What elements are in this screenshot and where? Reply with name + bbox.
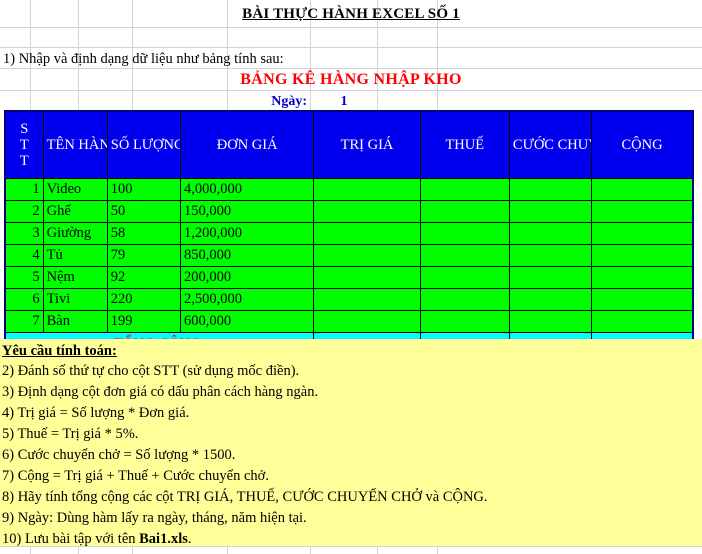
cell-cong[interactable] [591, 310, 694, 333]
column-header-cong: CỘNG [591, 110, 694, 179]
cell-don-gia[interactable]: 4,000,000 [179, 178, 315, 201]
cell-tri-gia[interactable] [313, 178, 421, 201]
table-row: 4 Tủ 79 850,000 [4, 244, 694, 267]
cell-stt[interactable]: 2 [4, 200, 44, 223]
table-row: 6 Tivi 220 2,500,000 [4, 288, 694, 311]
column-header-cuoc-chuyen-cho: CƯỚC CHUYỂN CHỞ [508, 110, 593, 179]
cell-thue[interactable] [419, 266, 510, 289]
requirement-item: 4) Trị giá = Số lượng * Đơn giá. [2, 405, 190, 421]
cell-stt[interactable]: 7 [4, 310, 44, 333]
cell-don-gia[interactable]: 200,000 [179, 266, 315, 289]
cell-tri-gia[interactable] [313, 266, 421, 289]
cell-don-gia[interactable]: 2,500,000 [179, 288, 315, 311]
cell-tri-gia[interactable] [313, 200, 421, 223]
save-instruction-prefix: 10) Lưu bài tập với tên [2, 531, 140, 547]
cell-cong[interactable] [591, 244, 694, 267]
cell-don-gia[interactable]: 1,200,000 [179, 222, 315, 245]
cell-thue[interactable] [419, 244, 510, 267]
page-title: BÀI THỰC HÀNH EXCEL SỐ 1 [242, 6, 460, 22]
requirement-item: 5) Thuế = Trị giá * 5%. [2, 426, 139, 442]
table-body: 1 Video 100 4,000,000 2 Ghế 50 150,000 3… [4, 178, 694, 357]
table-row: 1 Video 100 4,000,000 [4, 178, 694, 201]
cell-cong[interactable] [591, 288, 694, 311]
cell-ten-hang[interactable]: Bàn [42, 310, 108, 333]
cell-cuoc[interactable] [508, 222, 593, 245]
cell-stt[interactable]: 6 [4, 288, 44, 311]
cell-cong[interactable] [591, 222, 694, 245]
cell-cong[interactable] [591, 266, 694, 289]
table-row: 2 Ghế 50 150,000 [4, 200, 694, 223]
table-caption: BẢNG KÊ HÀNG NHẬP KHO [240, 71, 462, 88]
cell-cuoc[interactable] [508, 244, 593, 267]
cell-so-luong[interactable]: 58 [106, 222, 181, 245]
cell-don-gia[interactable]: 150,000 [179, 200, 315, 223]
cell-cuoc[interactable] [508, 178, 593, 201]
cell-so-luong[interactable]: 50 [106, 200, 181, 223]
cell-stt[interactable]: 1 [4, 178, 44, 201]
cell-cuoc[interactable] [508, 200, 593, 223]
cell-cuoc[interactable] [508, 266, 593, 289]
cell-cuoc[interactable] [508, 310, 593, 333]
cell-ten-hang[interactable]: Tivi [42, 288, 108, 311]
cell-stt[interactable]: 4 [4, 244, 44, 267]
cell-thue[interactable] [419, 178, 510, 201]
instruction-line: 1) Nhập và định dạng dữ liệu như bảng tí… [3, 51, 284, 67]
cell-cong[interactable] [591, 200, 694, 223]
cell-so-luong[interactable]: 199 [106, 310, 181, 333]
requirement-item: 8) Hãy tính tổng cộng các cột TRỊ GIÁ, T… [2, 489, 488, 505]
date-value[interactable]: 1 [312, 91, 376, 112]
column-header-ten-hang: TÊN HÀNG [42, 110, 108, 179]
spreadsheet-canvas: BÀI THỰC HÀNH EXCEL SỐ 1 1) Nhập và định… [0, 0, 702, 554]
table-row: 7 Bàn 199 600,000 [4, 310, 694, 333]
cell-tri-gia[interactable] [313, 222, 421, 245]
stt-letter-s: S [20, 121, 29, 137]
requirement-item: 7) Cộng = Trị giá + Thuế + Cước chuyển c… [2, 468, 269, 484]
requirement-item: 6) Cước chuyển chở = Số lượng * 1500. [2, 447, 236, 463]
inventory-table: S T T TÊN HÀNG SỐ LƯỢNG ĐƠN GIÁ TRỊ GIÁ … [4, 110, 694, 357]
column-header-thue: THUẾ [419, 110, 510, 179]
column-header-tri-gia: TRỊ GIÁ [313, 110, 421, 179]
cell-don-gia[interactable]: 600,000 [179, 310, 315, 333]
table-row: 5 Nệm 92 200,000 [4, 266, 694, 289]
cell-tri-gia[interactable] [313, 288, 421, 311]
cell-cuoc[interactable] [508, 288, 593, 311]
table-row: 3 Giường 58 1,200,000 [4, 222, 694, 245]
cell-tri-gia[interactable] [313, 310, 421, 333]
column-header-so-luong: SỐ LƯỢNG [106, 110, 181, 179]
cell-thue[interactable] [419, 288, 510, 311]
save-instruction-suffix: . [187, 531, 192, 547]
stt-letter-t1: T [19, 137, 29, 153]
cell-don-gia[interactable]: 850,000 [179, 244, 315, 267]
save-filename: Bai1.xls [139, 531, 188, 547]
cell-ten-hang[interactable]: Tủ [42, 244, 108, 267]
cell-thue[interactable] [419, 200, 510, 223]
column-header-stt: S T T [4, 110, 44, 179]
requirement-item-save: 10) Lưu bài tập với tên Bai1.xls. [0, 529, 702, 550]
cell-so-luong[interactable]: 100 [106, 178, 181, 201]
cell-ten-hang[interactable]: Nệm [42, 266, 108, 289]
cell-tri-gia[interactable] [313, 244, 421, 267]
table-header-row: S T T TÊN HÀNG SỐ LƯỢNG ĐƠN GIÁ TRỊ GIÁ … [4, 110, 694, 179]
cell-stt[interactable]: 3 [4, 222, 44, 245]
cell-thue[interactable] [419, 222, 510, 245]
date-label: Ngày: [271, 94, 307, 109]
cell-cong[interactable] [591, 178, 694, 201]
requirement-item: 9) Ngày: Dùng hàm lấy ra ngày, tháng, nă… [2, 510, 307, 526]
cell-ten-hang[interactable]: Ghế [42, 200, 108, 223]
requirement-item: 3) Định dạng cột đơn giá có dấu phân các… [2, 384, 319, 400]
cell-stt[interactable]: 5 [4, 266, 44, 289]
requirements-heading: Yêu cầu tính toán: [2, 343, 117, 359]
column-header-don-gia: ĐƠN GIÁ [179, 110, 315, 179]
cell-ten-hang[interactable]: Giường [42, 222, 108, 245]
cell-so-luong[interactable]: 220 [106, 288, 181, 311]
cell-thue[interactable] [419, 310, 510, 333]
cell-ten-hang[interactable]: Video [42, 178, 108, 201]
stt-letter-t2: T [19, 153, 29, 169]
requirements-panel: Yêu cầu tính toán: 2) Đánh số thứ tự cho… [0, 339, 702, 547]
cell-so-luong[interactable]: 79 [106, 244, 181, 267]
requirement-item: 2) Đánh số thứ tự cho cột STT (sử dụng m… [2, 363, 300, 379]
cell-so-luong[interactable]: 92 [106, 266, 181, 289]
